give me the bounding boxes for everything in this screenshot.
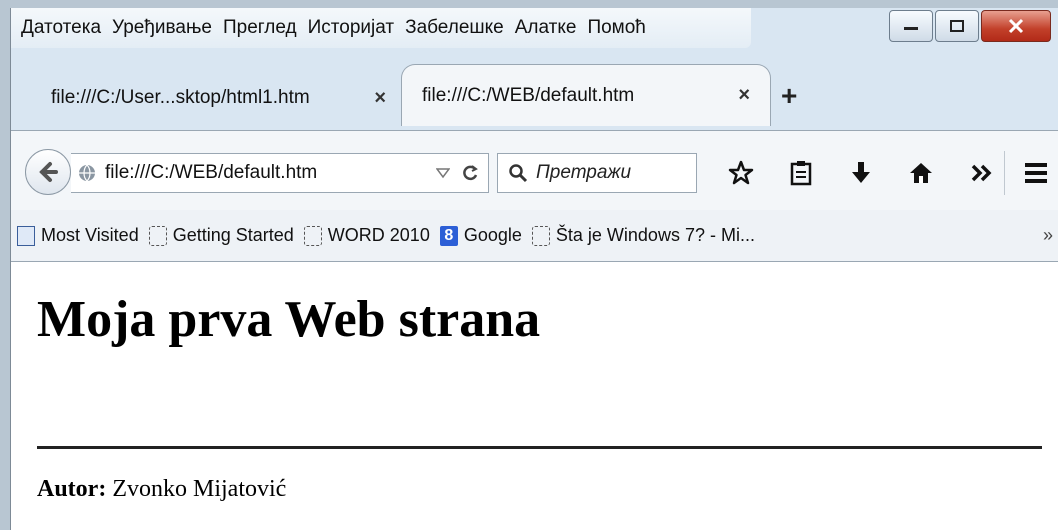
bookmark-label: WORD 2010 xyxy=(327,225,430,245)
maximize-button[interactable] xyxy=(935,10,979,42)
tab-label: file:///C:/WEB/default.htm xyxy=(422,84,635,106)
minimize-icon xyxy=(904,27,918,30)
maximize-icon xyxy=(950,20,964,32)
page-icon xyxy=(303,225,322,246)
tab-default[interactable]: file:///C:/WEB/default.htm × xyxy=(401,64,771,126)
menu-bookmarks[interactable]: Забелешке xyxy=(405,17,504,39)
search-icon xyxy=(509,164,528,183)
url-text: file:///C:/WEB/default.htm xyxy=(105,162,318,183)
hamburger-icon xyxy=(1025,163,1047,183)
google-icon: 8 xyxy=(439,225,458,246)
url-bar[interactable]: file:///C:/WEB/default.htm xyxy=(71,153,489,193)
back-arrow-icon xyxy=(39,162,58,182)
bookmark-windows7[interactable]: Šta je Windows 7? - Mi... xyxy=(531,225,755,246)
globe-icon xyxy=(79,164,95,182)
search-placeholder: Претражи xyxy=(536,162,632,183)
reload-icon[interactable] xyxy=(460,163,480,183)
tab-close-icon[interactable]: × xyxy=(738,84,750,107)
menu-bar: Датотека Уређивање Преглед Историјат Заб… xyxy=(11,8,751,48)
star-icon xyxy=(728,160,754,185)
menu-view[interactable]: Преглед xyxy=(223,17,297,39)
bookmark-google[interactable]: 8 Google xyxy=(439,225,522,246)
bookmark-star-button[interactable] xyxy=(711,160,771,186)
new-tab-button[interactable]: + xyxy=(781,80,797,112)
page-title: Moja prva Web strana xyxy=(37,291,541,348)
bookmark-getting-started[interactable]: Getting Started xyxy=(148,225,294,246)
close-window-button[interactable] xyxy=(981,10,1051,42)
overflow-button[interactable] xyxy=(951,163,1011,183)
bookmark-label: Google xyxy=(463,225,522,245)
navigation-toolbar: file:///C:/WEB/default.htm Претражи xyxy=(11,130,1058,211)
downloads-button[interactable] xyxy=(831,160,891,186)
home-icon xyxy=(910,163,932,183)
close-icon xyxy=(1008,18,1024,34)
page-icon xyxy=(148,225,167,246)
menu-help[interactable]: Помоћ xyxy=(587,17,645,39)
dropdown-icon[interactable] xyxy=(436,167,450,179)
clipboard-icon xyxy=(790,161,812,186)
bookmarks-toolbar: Most Visited Getting Started WORD 2010 8… xyxy=(11,210,1058,262)
double-chevron-icon xyxy=(971,164,992,182)
back-button[interactable] xyxy=(25,149,71,195)
menu-tools[interactable]: Алатке xyxy=(515,17,577,39)
tab-bar: file:///C:/User...sktop/html1.htm × file… xyxy=(11,56,1058,132)
toolbar-buttons xyxy=(711,151,1011,195)
browser-window: Датотека Уређивање Преглед Историјат Заб… xyxy=(10,8,1058,530)
page-icon xyxy=(531,225,550,246)
author-label: Autor: xyxy=(37,476,107,502)
most-visited-icon xyxy=(17,225,35,246)
bookmark-label: Šta je Windows 7? - Mi... xyxy=(555,225,755,245)
bookmark-label: Getting Started xyxy=(172,225,294,245)
bookmarks-menu-button[interactable] xyxy=(771,160,831,186)
download-arrow-icon xyxy=(852,162,870,183)
tab-html1[interactable]: file:///C:/User...sktop/html1.htm × xyxy=(11,72,406,124)
home-button[interactable] xyxy=(891,161,951,185)
menu-history[interactable]: Историјат xyxy=(308,17,394,39)
menu-edit[interactable]: Уређивање xyxy=(112,17,212,39)
tab-close-icon[interactable]: × xyxy=(374,87,386,110)
minimize-button[interactable] xyxy=(889,10,933,42)
bookmarks-overflow-button[interactable]: » xyxy=(1043,225,1053,246)
horizontal-rule xyxy=(37,446,1042,449)
window-controls xyxy=(887,10,1051,44)
bookmark-most-visited[interactable]: Most Visited xyxy=(17,225,139,246)
page-content: Moja prva Web strana Autor: Zvonko Mijat… xyxy=(11,262,1058,530)
search-bar[interactable]: Претражи xyxy=(497,153,697,193)
bookmark-label: Most Visited xyxy=(41,225,139,245)
author-name: Zvonko Mijatović xyxy=(112,476,287,502)
hamburger-menu-button[interactable] xyxy=(1004,151,1049,195)
bookmark-word-2010[interactable]: WORD 2010 xyxy=(303,225,430,246)
menu-file[interactable]: Датотека xyxy=(21,17,101,39)
author-line: Autor: Zvonko Mijatović xyxy=(37,476,286,503)
tab-label: file:///C:/User...sktop/html1.htm xyxy=(51,87,310,108)
